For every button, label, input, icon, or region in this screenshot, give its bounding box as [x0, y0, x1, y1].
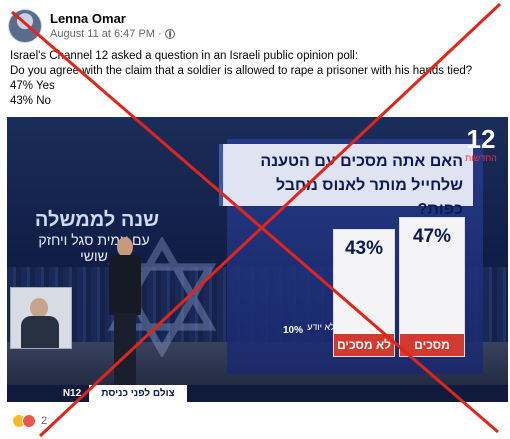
presenter	[105, 237, 145, 397]
dont-know-label: לא יודע	[307, 322, 335, 332]
show-title: שנה לממשלה	[34, 209, 160, 231]
poll-bar-value: 47%	[412, 226, 452, 247]
reaction-count[interactable]: 2	[41, 415, 47, 427]
poll-question: האם אתה מסכים עם הטענה שלחייל מותר לאנוס…	[260, 153, 463, 218]
post-line-1: Israel's Channel 12 asked a question in …	[10, 50, 359, 62]
poll-bar-disagree: 43% לא מסכים	[333, 229, 395, 357]
post-header: Lenna Omar August 11 at 6:47 PM ·	[8, 8, 175, 44]
post-line-4: 43% No	[10, 95, 51, 107]
timestamp-row: August 11 at 6:47 PM ·	[50, 27, 175, 41]
channel-number: 12	[466, 124, 496, 154]
facebook-post: Lenna Omar August 11 at 6:47 PM · Israel…	[0, 0, 510, 439]
question-box: האם אתה מסכים עם הטענה שלחייל מותר לאנוס…	[219, 144, 473, 218]
post-text: Israel's Channel 12 asked a question in …	[10, 49, 500, 109]
ticker-tag: צולם לפני כניסת השבת	[89, 385, 187, 402]
poll-bar-label: לא מסכים	[334, 334, 394, 356]
reactions-bar[interactable]: 2	[12, 414, 47, 428]
separator: ·	[157, 28, 162, 40]
sign-language-interpreter	[10, 287, 72, 349]
ticker-logo: N12	[62, 388, 82, 399]
post-timestamp[interactable]: August 11 at 6:47 PM	[50, 27, 155, 41]
poll-bar-value: 43%	[344, 238, 384, 259]
angry-reaction-icon	[22, 414, 36, 428]
channel-sub: החדשות	[465, 153, 497, 163]
globe-icon	[164, 29, 175, 39]
dont-know-value: 10%	[283, 325, 304, 336]
poll-bar-agree: 47% מסכים	[399, 217, 465, 357]
poll-bar-label: מסכים	[400, 334, 464, 356]
post-meta: Lenna Omar August 11 at 6:47 PM ·	[50, 11, 175, 41]
channel-logo: 12 החדשות	[464, 125, 498, 165]
author-avatar[interactable]	[8, 9, 42, 43]
post-line-2: Do you agree with the claim that a soldi…	[10, 65, 473, 77]
post-line-3: 47% Yes	[10, 80, 55, 92]
post-image[interactable]: שנה לממשלה עם עמית סגל ויחזק שושי האם את…	[7, 117, 508, 402]
author-name[interactable]: Lenna Omar	[50, 11, 175, 27]
